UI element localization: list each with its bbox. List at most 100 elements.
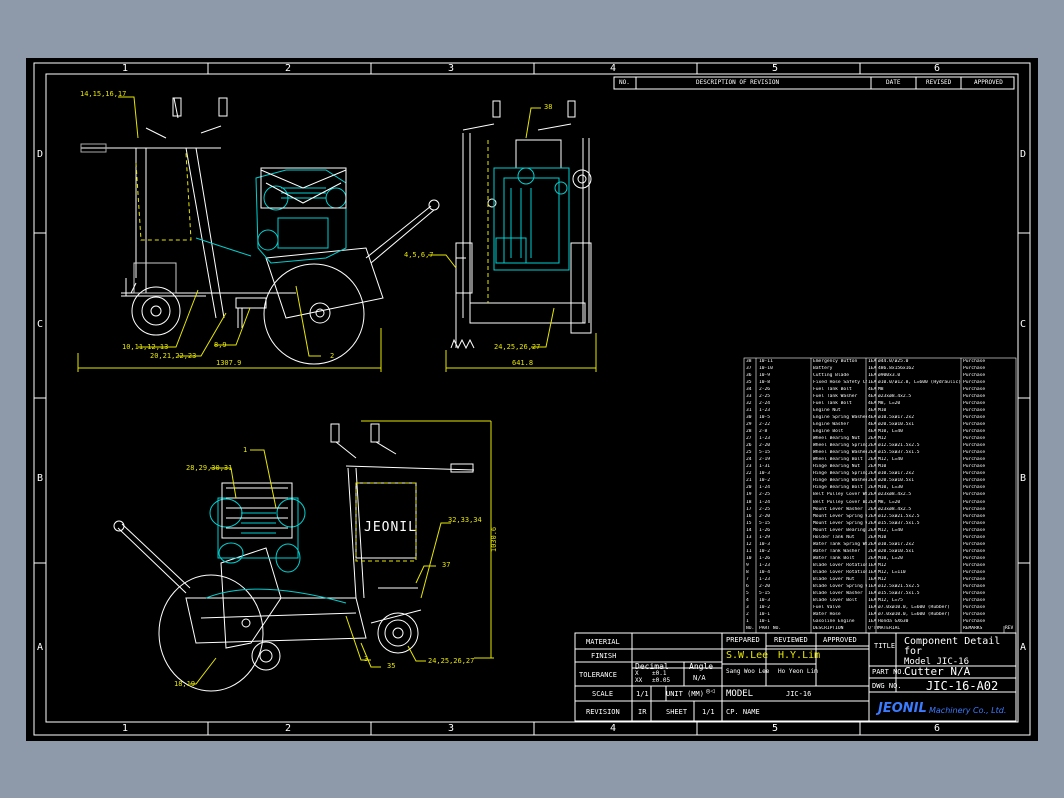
bom-cell: 2EA <box>868 471 877 477</box>
bom-cell: 30 <box>746 415 752 421</box>
bom-cell: 10-8 <box>759 380 771 386</box>
grid-row-d-right: D <box>1020 149 1027 160</box>
bom-row: 10 1-26 Water Tank Bolt 2EA M10, L=20 Purchas… <box>746 556 1016 563</box>
bom-cell: Purchase <box>963 394 986 400</box>
bom-cell: M10 <box>878 534 887 540</box>
bom-cell: 1-31 <box>759 464 771 470</box>
bom-cell: 16 <box>746 513 752 519</box>
callout-18-19: 18,19 <box>174 680 196 688</box>
prepared-full-name: Sang Woo Lee <box>726 668 770 675</box>
dimension-height: 1030.6 <box>490 526 499 553</box>
bom-cell: ø15.5xø37.5x1.5 <box>878 520 920 526</box>
approved-label: APPROVED <box>823 636 857 644</box>
bom-cell: 2-25 <box>759 394 771 400</box>
bom-cell: ø7.0xø10.0, L=600 (Rubber) <box>878 611 950 617</box>
bom-cell: ø12.5xø21.5x2.5 <box>878 443 920 449</box>
bom-cell: Purchase <box>963 590 986 596</box>
bom-cell: 5 <box>746 590 749 596</box>
bom-cell: Belt Pulley Cover Washer <box>813 492 867 498</box>
bom-cell: 2-19 <box>759 457 771 463</box>
grid-col-3: 3 <box>448 63 455 74</box>
bom-cell: 36 <box>746 373 752 379</box>
tolerance-xx-value: ±0.05 <box>652 677 671 684</box>
bom-cell: M12, L=40 <box>878 527 903 533</box>
bom-cell: Purchase <box>963 492 986 498</box>
bom-cell: 2-22 <box>759 422 771 428</box>
bom-row: 18 1-24 Belt Pulley Cover Bolt2EAM8, L=20 P… <box>746 500 1016 507</box>
revision-value: IR <box>638 708 647 716</box>
bom-cell: ø7.0xø10.0, L=600 (Rubber) <box>878 604 950 610</box>
bom-cell: 1EA <box>868 604 877 610</box>
grid-col-1-bottom: 1 <box>122 723 129 734</box>
finish-label: FINISH <box>591 652 617 660</box>
bom-row: NO. PART NO. DESCRIPTION Q'TY MATERIAL REMARK… <box>746 626 1016 633</box>
bom-cell: ø10.0/ø12.8, L=600 (Hydraulic) <box>878 380 961 386</box>
bom-cell: 29 <box>746 422 752 428</box>
bom-row: 36 10-9 Cutting Blade 1EA ø900x3.0 Purchase <box>746 373 1016 380</box>
grid-row-d: D <box>37 149 44 160</box>
bom-cell: 1EA <box>868 590 877 596</box>
rev-approved-header: APPROVED <box>974 79 1003 86</box>
callout-10-13: 10,11,12,13 <box>122 343 169 351</box>
grid-row-a: A <box>37 642 44 653</box>
bom-cell: 5-15 <box>759 450 771 456</box>
bom-row: 16 2-20 Mount Lever Spring Washer2EAø12.5x… <box>746 514 1016 521</box>
bom-cell: Purchase <box>963 555 986 561</box>
bom-row: 3 10-2 Fuel Valve 1EA ø7.0xø10.0, L=600 (Rub… <box>746 605 1016 612</box>
tolerance-xx: XX <box>635 677 643 684</box>
bom-cell: Purchase <box>963 576 986 582</box>
bom-cell: 2-25 <box>759 506 771 512</box>
bom-cell: Wheel Bearing Washer <box>813 450 867 456</box>
bom-rev-header: REV <box>1005 626 1014 631</box>
bom-cell: ø15.5xø37.5x1.5 <box>878 450 920 456</box>
bom-cell: 1-29 <box>759 534 771 540</box>
bom-cell: Water Tank Bolt <box>813 555 855 561</box>
bom-cell: M10 <box>878 464 887 470</box>
bom-row: 30 10-5 Engine Spring Washer 4EA ø10.5xø17.2… <box>746 415 1016 422</box>
tank-brand-label: JEONIL <box>364 520 417 535</box>
bom-cell: Purchase <box>963 520 986 526</box>
bom-row: 11 10-2 Water Tank Washer 2EA ø20.5xø10.5x1 P… <box>746 549 1016 556</box>
bom-row: 17 2-25 Mount Lever Washer 2EA ø23xø8.4x2.5 P… <box>746 507 1016 514</box>
bom-cell: 2EA <box>868 555 877 561</box>
bom-cell: ø23xø8.4x2.5 <box>878 492 912 498</box>
bom-row: 26 2-20 Wheel Bearing Spring Washer2EAø12.… <box>746 443 1016 450</box>
bom-row: 2 10-1 Water Hose 1EA ø7.0xø10.0, L=600 (Rub… <box>746 612 1016 619</box>
bom-cell: M10, L=20 <box>878 555 903 561</box>
bom-cell: ø10.5xø17.2x2 <box>878 415 914 421</box>
title-line-4: Cutter N/A <box>904 665 971 678</box>
grid-col-6-bottom: 6 <box>934 723 941 734</box>
bom-cell: 26 <box>746 443 752 449</box>
bom-cell: 4EA <box>868 415 877 421</box>
callout-2: 2 <box>330 352 335 360</box>
bom-cell: 4 <box>746 597 749 603</box>
bom-cell: Water Tank Washer <box>813 548 861 554</box>
bom-row: 5 5-15 Blade Cover Washer 1EA ø15.5xø37.5x1.… <box>746 591 1016 598</box>
bom-row: 24 2-19 Wheel Bearing Bolt 2EA M12, L=40 Purc… <box>746 457 1016 464</box>
bom-cell: Purchase <box>963 464 986 470</box>
bom-cell: Purchase <box>963 373 986 379</box>
bom-cell: 1-23 <box>759 576 771 582</box>
bom-cell: 2EA <box>868 548 877 554</box>
bom-cell: 2EA <box>868 478 877 484</box>
bom-cell: 2-20 <box>759 513 771 519</box>
bom-cell: 4EA <box>868 387 877 393</box>
bom-cell: ø12.5xø21.5x2.5 <box>878 513 920 519</box>
bom-row: 23 1-31 Hinge Bearing Nut 2EA M10 Purchase <box>746 464 1016 471</box>
bom-cell: 1EA <box>868 576 877 582</box>
angle-value: N/A <box>693 674 706 682</box>
bom-cell: Gasoline Engine <box>813 618 855 624</box>
title-line-2: for <box>904 646 923 657</box>
bom-cell: M12, L=40 <box>878 457 903 463</box>
sheet-label: SHEET <box>666 708 688 716</box>
drawing-viewport[interactable]: 1 2 3 4 5 6 1 2 3 4 5 6 D C B A D C B A … <box>26 58 1038 741</box>
bom-cell: 4EA <box>868 422 877 428</box>
bom-cell: Hinge Bearing Spring Washer <box>813 471 867 477</box>
bom-cell: Battery <box>813 366 833 372</box>
model-value: JIC-16 <box>786 690 812 698</box>
bom-cell: 7 <box>746 576 749 582</box>
bom-cell: Purchase <box>963 415 986 421</box>
bom-cell: 12 <box>746 541 752 547</box>
bom-row: 4 10-3 Blade Cover Bolt 1EA M12, L=75 Purchas… <box>746 598 1016 605</box>
bom-cell: 20 <box>746 485 752 491</box>
